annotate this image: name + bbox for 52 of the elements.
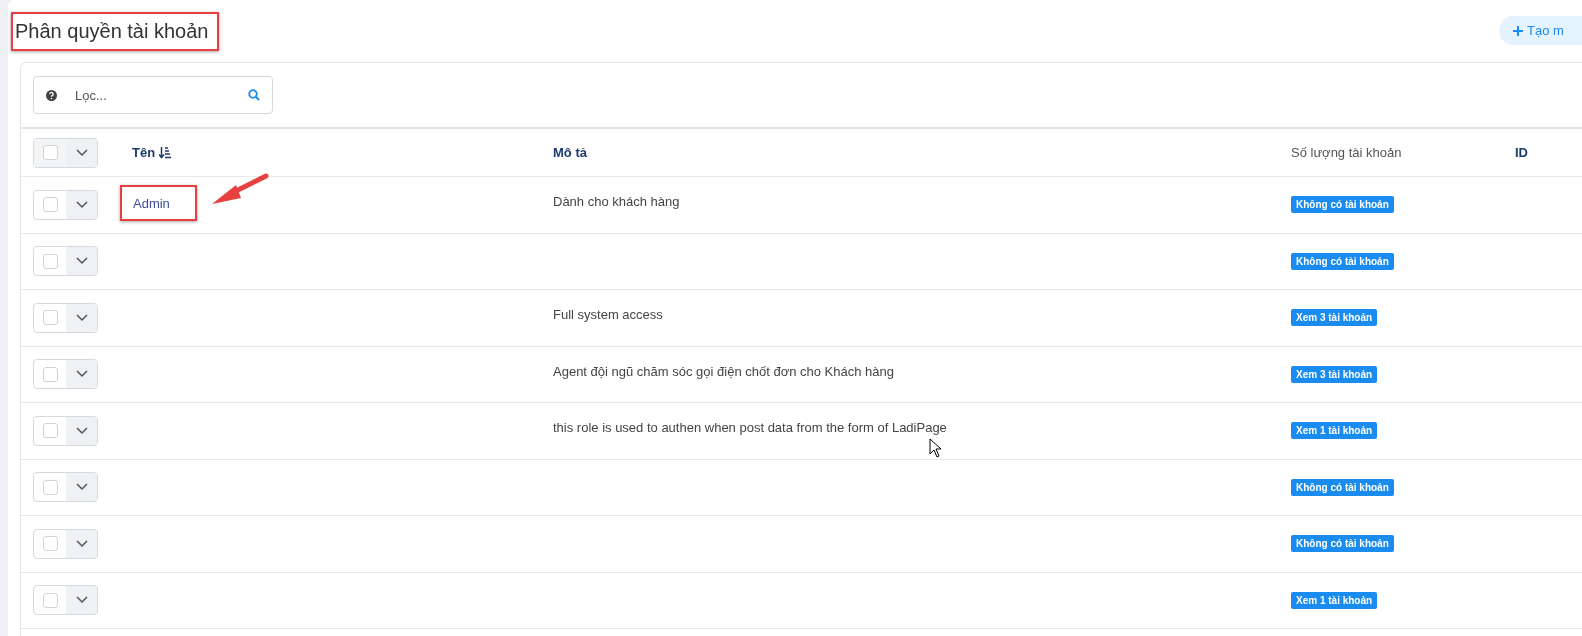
chevron-down-icon: [75, 313, 88, 322]
checkbox[interactable]: [42, 479, 58, 495]
create-button[interactable]: Tạo m: [1499, 16, 1582, 45]
dropdown-button[interactable]: [66, 586, 97, 615]
account-count-badge[interactable]: Xem 3 tài khoản: [1291, 309, 1378, 326]
chevron-down-icon: [75, 200, 88, 209]
chevron-down-icon: [75, 483, 88, 492]
column-header: Mô tả: [553, 145, 587, 160]
checkbox[interactable]: [42, 145, 58, 160]
column-header[interactable]: Tên: [132, 145, 172, 160]
checkbox[interactable]: [42, 536, 58, 552]
checkbox[interactable]: [42, 592, 58, 608]
sort-icon[interactable]: [159, 146, 172, 159]
account-count-badge[interactable]: Xem 1 tài khoản: [1291, 591, 1378, 609]
cursor-icon: [929, 438, 942, 458]
dropdown-button[interactable]: [66, 473, 97, 502]
checkbox[interactable]: [42, 253, 58, 269]
help-icon: [46, 89, 57, 101]
chevron-down-icon: [75, 148, 88, 157]
account-count-badge[interactable]: Không có tài khoản: [1291, 478, 1394, 496]
dropdown-button[interactable]: [66, 190, 97, 219]
column-header: ID: [1515, 145, 1528, 160]
chevron-down-icon: [75, 596, 88, 605]
description-text: Dành cho khách hàng: [553, 194, 680, 209]
search-icon[interactable]: [248, 89, 260, 101]
page-title: Phân quyền tài khoản: [14, 18, 210, 44]
chevron-down-icon: [75, 539, 88, 548]
checkbox[interactable]: [42, 310, 58, 326]
dropdown-button[interactable]: [66, 416, 97, 445]
role-name-link[interactable]: Admin: [120, 185, 197, 221]
description-text: Agent đội ngũ chăm sóc gọi điện chốt đơn cho Khách hàng: [553, 363, 894, 379]
account-count-badge[interactable]: Không có tài khoản: [1291, 535, 1394, 552]
chevron-down-icon: [75, 257, 88, 266]
checkbox[interactable]: [42, 366, 58, 382]
checkbox[interactable]: [42, 423, 58, 439]
chevron-down-icon: [75, 426, 88, 435]
dropdown-button[interactable]: [66, 138, 97, 167]
dropdown-button[interactable]: [66, 360, 97, 389]
chevron-down-icon: [75, 370, 88, 379]
dropdown-button[interactable]: [66, 303, 97, 332]
account-count-badge[interactable]: Không có tài khoản: [1291, 252, 1394, 270]
filter-field[interactable]: Lọc...: [33, 76, 273, 114]
description-text: this role is used to authen when post data from the form of LadiPage: [553, 420, 947, 435]
account-count-badge[interactable]: Xem 1 tài khoản: [1291, 422, 1378, 439]
dropdown-button[interactable]: [66, 247, 97, 276]
checkbox[interactable]: [42, 197, 58, 213]
account-count-badge[interactable]: Xem 3 tài khoản: [1291, 365, 1378, 383]
column-header: Số lượng tài khoản: [1291, 145, 1402, 160]
description-text: Full system access: [553, 307, 663, 322]
dropdown-button[interactable]: [66, 529, 97, 558]
plus-icon: [1513, 25, 1523, 36]
account-count-badge[interactable]: Không có tài khoản: [1291, 196, 1394, 213]
